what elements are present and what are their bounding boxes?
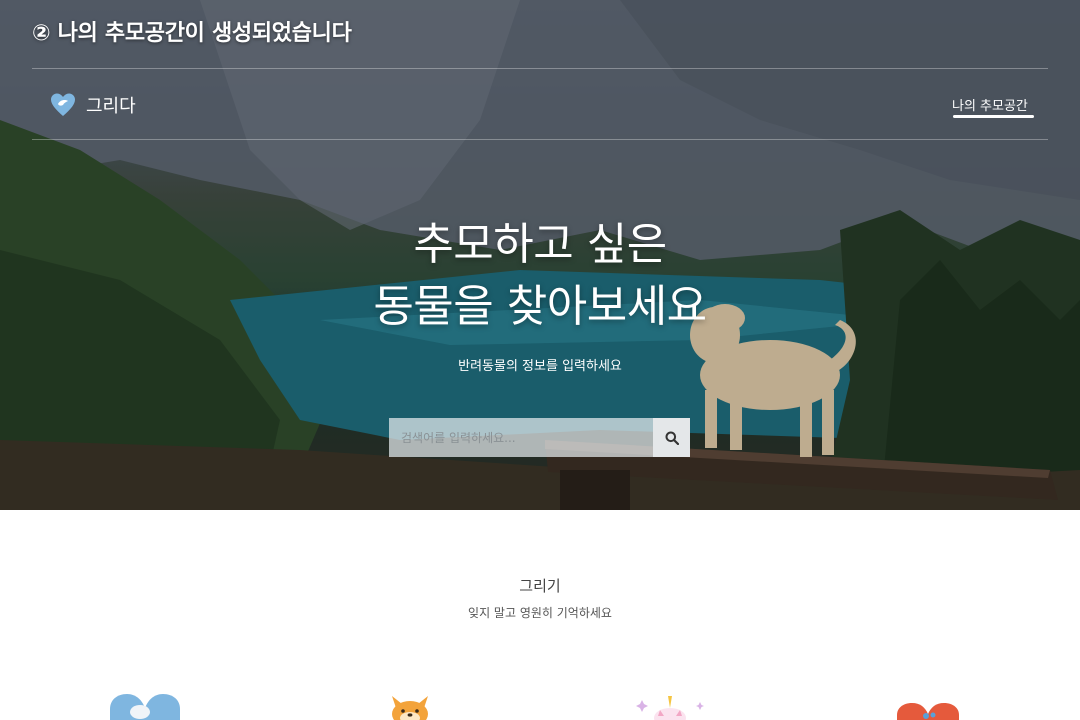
nav-my-memorial-link[interactable]: 나의 추모공간 xyxy=(952,95,1028,114)
unicorn-icon xyxy=(636,696,704,720)
red-heart-icon xyxy=(897,703,959,720)
section-subtitle: 잊지 말고 영원히 기억하세요 xyxy=(468,606,612,620)
search-icon xyxy=(665,431,679,445)
hero-banner: ② 나의 추모공간이 생성되었습니다 그리다 나의 추모공간 추모하고 싶은 동… xyxy=(0,0,1080,510)
search-button[interactable] xyxy=(653,418,690,457)
blue-heart-icon xyxy=(110,694,180,720)
nav-active-underline xyxy=(953,115,1034,118)
shiba-dog-icon xyxy=(392,696,428,720)
feature-card-4[interactable] xyxy=(896,700,960,720)
feature-card-1[interactable] xyxy=(108,690,182,720)
feature-card-2[interactable] xyxy=(388,694,432,720)
divider-top xyxy=(32,68,1048,69)
search-input[interactable] xyxy=(389,418,653,457)
hero-headline-line2: 동물을 찾아보세요 xyxy=(373,281,707,332)
brand-name: 그리다 xyxy=(86,96,136,117)
search-bar xyxy=(389,418,690,457)
hero-headline-line1: 추모하고 싶은 xyxy=(413,219,667,270)
step-caption: ② 나의 추모공간이 생성되었습니다 xyxy=(32,21,352,46)
hero-subline: 반려동물의 정보를 입력하세요 xyxy=(458,359,622,374)
feature-card-3[interactable] xyxy=(636,694,706,720)
brand-logo-link[interactable]: 그리다 xyxy=(50,92,136,118)
heart-dog-logo-icon xyxy=(51,93,75,116)
hero-headline: 추모하고 싶은 동물을 찾아보세요 xyxy=(0,214,1080,338)
section-title: 그리기 xyxy=(519,577,561,595)
divider-bottom xyxy=(32,139,1048,140)
